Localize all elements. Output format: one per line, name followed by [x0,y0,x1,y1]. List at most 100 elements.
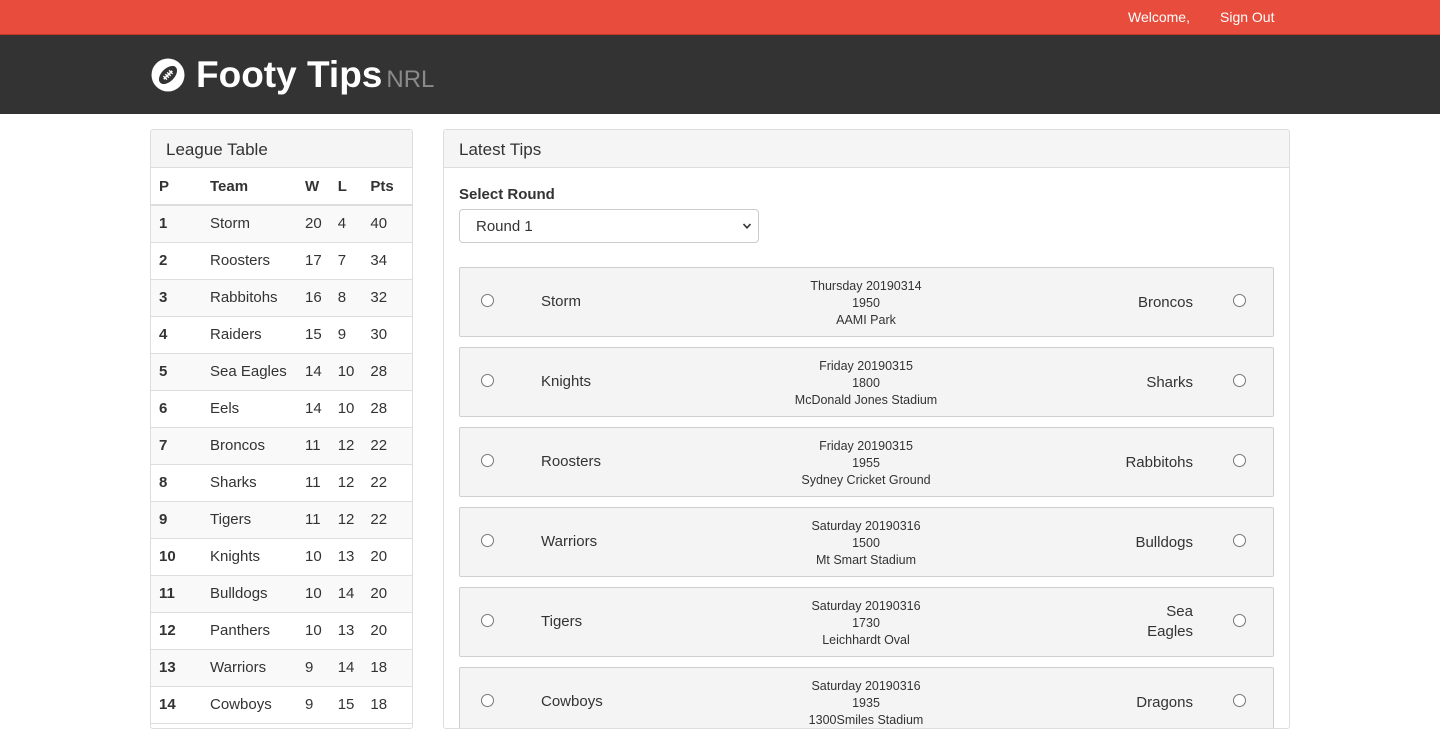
losses-cell: 14 [329,649,363,687]
team-cell: Storm [202,205,297,243]
round-select[interactable]: Round 1 [459,209,759,243]
team-cell: Sharks [202,464,297,502]
losses-cell: 4 [329,205,363,243]
position-cell: 13 [151,649,202,687]
team-cell: Roosters [202,242,297,280]
team-cell: Tigers [202,501,297,539]
pick-away-radio[interactable] [1233,294,1246,307]
wins-cell: 17 [297,242,330,280]
team-cell: Broncos [202,427,297,465]
losses-cell: 9 [329,316,363,354]
site-title[interactable]: Footy Tips NRL [196,53,434,102]
away-team: Sea Eagles [1147,603,1193,640]
match-date: Saturday 20190316 [811,599,921,613]
match-date: Thursday 20190314 [810,279,922,293]
top-nav-bar: Welcome, Sign Out [0,0,1440,35]
wins-cell: 10 [297,538,330,576]
column-header-wins: W [297,168,330,206]
away-team: Dragons [1136,694,1193,711]
wins-cell: 15 [297,316,330,354]
points-cell: 32 [362,279,412,317]
points-cell: 22 [362,464,412,502]
away-team: Rabbitohs [1125,454,1193,471]
team-cell: Rabbitohs [202,279,297,317]
team-cell: Raiders [202,316,297,354]
match-time: 1500 [852,536,880,550]
pick-home-radio[interactable] [481,694,494,707]
league-table: P Team W L Pts 1 Storm 20 4 40 2 Roosters 17 7 34… [151,168,412,724]
league-table-header-row: P Team W L Pts [151,168,412,206]
wins-cell: 10 [297,575,330,613]
match-info: Thursday 20190314 1950 AAMI Park [716,278,1016,329]
points-cell: 22 [362,501,412,539]
wins-cell: 14 [297,353,330,391]
match-row: Roosters Friday 20190315 1955 Sydney Cricke… [459,427,1274,497]
pick-home-radio[interactable] [481,614,494,627]
latest-tips-panel: Latest Tips Select Round Round 1 Storm Th… [443,129,1290,729]
match-venue: Leichhardt Oval [822,633,910,647]
points-cell: 28 [362,390,412,428]
table-row: 2 Roosters 17 7 34 [151,242,412,280]
team-cell: Knights [202,538,297,576]
wins-cell: 11 [297,501,330,539]
losses-cell: 12 [329,464,363,502]
latest-tips-heading: Latest Tips [444,130,1289,168]
column-header-team: Team [202,168,297,206]
round-select-value: Round 1 [476,218,533,235]
pick-home-radio[interactable] [481,294,494,307]
pick-home-radio[interactable] [481,454,494,467]
wins-cell: 10 [297,612,330,650]
home-team: Tigers [541,613,583,630]
table-row: 11 Bulldogs 10 14 20 [151,575,412,613]
wins-cell: 14 [297,390,330,428]
match-time: 1950 [852,296,880,310]
losses-cell: 10 [329,353,363,391]
points-cell: 18 [362,649,412,687]
match-date: Saturday 20190316 [811,519,921,533]
losses-cell: 14 [329,575,363,613]
column-header-points: Pts [362,168,412,206]
home-team: Warriors [541,533,598,550]
table-row: 6 Eels 14 10 28 [151,390,412,428]
pick-away-radio[interactable] [1233,694,1246,707]
losses-cell: 15 [329,686,363,724]
points-cell: 20 [362,612,412,650]
wins-cell: 20 [297,205,330,243]
table-row: 5 Sea Eagles 14 10 28 [151,353,412,391]
league-table-heading: League Table [151,130,412,168]
team-cell: Panthers [202,612,297,650]
home-team: Cowboys [541,693,603,710]
away-team: Bulldogs [1135,534,1193,551]
pick-away-radio[interactable] [1233,614,1246,627]
sign-out-link[interactable]: Sign Out [1220,9,1274,25]
match-venue: Sydney Cricket Ground [801,473,931,487]
column-header-losses: L [329,168,363,206]
position-cell: 5 [151,353,202,391]
table-row: 13 Warriors 9 14 18 [151,649,412,687]
pick-home-radio[interactable] [481,374,494,387]
position-cell: 6 [151,390,202,428]
losses-cell: 13 [329,538,363,576]
points-cell: 30 [362,316,412,354]
pick-home-radio[interactable] [481,534,494,547]
away-team: Broncos [1137,294,1193,311]
table-row: 4 Raiders 15 9 30 [151,316,412,354]
pick-away-radio[interactable] [1233,454,1246,467]
table-row: 3 Rabbitohs 16 8 32 [151,279,412,317]
match-row: Warriors Saturday 20190316 1500 Mt Smart St… [459,507,1274,577]
points-cell: 34 [362,242,412,280]
match-time: 1800 [852,376,880,390]
table-row: 10 Knights 10 13 20 [151,538,412,576]
wins-cell: 16 [297,279,330,317]
match-venue: 1300Smiles Stadium [808,713,924,727]
match-venue: McDonald Jones Stadium [794,393,938,407]
pick-away-radio[interactable] [1233,374,1246,387]
wins-cell: 9 [297,686,330,724]
chevron-down-icon [742,223,752,229]
match-venue: AAMI Park [836,313,896,327]
wins-cell: 9 [297,649,330,687]
pick-away-radio[interactable] [1233,534,1246,547]
match-date: Saturday 20190316 [811,679,921,693]
table-row: 1 Storm 20 4 40 [151,205,412,243]
table-row: 12 Panthers 10 13 20 [151,612,412,650]
